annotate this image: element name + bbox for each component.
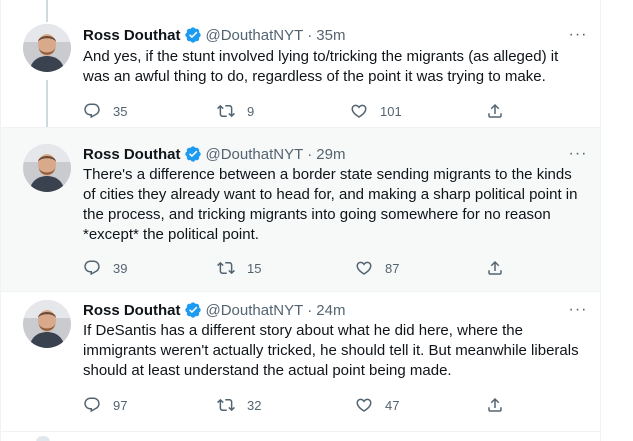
retweet-count: 15 bbox=[247, 260, 262, 276]
like-button[interactable]: 87 bbox=[355, 258, 399, 278]
timeline-right-border bbox=[600, 0, 601, 441]
like-count: 47 bbox=[385, 397, 400, 413]
author-name[interactable]: Ross Douthat bbox=[83, 146, 181, 163]
like-count: 87 bbox=[385, 260, 400, 276]
tweet-text: There's a difference between a border st… bbox=[83, 166, 578, 243]
retweet-icon bbox=[217, 261, 235, 275]
retweet-button[interactable]: 15 bbox=[217, 258, 261, 278]
tweet-timestamp[interactable]: 24m bbox=[316, 302, 345, 319]
tweet-actions: 35 9 101 bbox=[83, 101, 523, 121]
reply-count: 97 bbox=[113, 397, 128, 413]
author-handle[interactable]: @DouthatNYT bbox=[206, 302, 304, 319]
like-icon bbox=[351, 104, 367, 118]
tweet-text: And yes, if the stunt involved lying to/… bbox=[83, 48, 559, 85]
retweet-icon bbox=[217, 398, 235, 412]
tweet-timestamp[interactable]: 35m bbox=[316, 27, 345, 44]
reply-button[interactable]: 97 bbox=[83, 395, 127, 415]
verified-badge-icon bbox=[184, 27, 201, 43]
avatar[interactable] bbox=[23, 300, 71, 348]
reply-count: 35 bbox=[113, 103, 128, 119]
share-button[interactable] bbox=[486, 258, 516, 278]
tweet-timestamp[interactable]: 29m bbox=[316, 146, 345, 163]
like-button[interactable]: 101 bbox=[350, 101, 402, 121]
tweet[interactable]: Ross Douthat @DouthatNYT · 35m ··· And y… bbox=[1, 0, 600, 128]
reply-icon bbox=[84, 103, 100, 119]
reply-icon bbox=[84, 397, 100, 413]
share-icon bbox=[488, 103, 502, 118]
tweet-header: Ross Douthat @DouthatNYT · 24m bbox=[83, 300, 345, 320]
retweet-count: 32 bbox=[247, 397, 262, 413]
next-tweet-avatar-partial bbox=[36, 436, 50, 441]
author-handle[interactable]: @DouthatNYT bbox=[206, 146, 304, 163]
tweet[interactable]: Ross Douthat @DouthatNYT · 29m ··· There… bbox=[1, 128, 600, 292]
separator-dot: · bbox=[307, 145, 313, 163]
like-icon bbox=[356, 261, 372, 275]
retweet-button[interactable]: 32 bbox=[217, 395, 261, 415]
more-options-icon[interactable]: ··· bbox=[568, 27, 588, 49]
tweet-header: Ross Douthat @DouthatNYT · 29m bbox=[83, 144, 345, 164]
separator-dot: · bbox=[307, 26, 313, 44]
retweet-button[interactable]: 9 bbox=[217, 101, 254, 121]
author-name[interactable]: Ross Douthat bbox=[83, 302, 181, 319]
verified-badge-icon bbox=[184, 146, 201, 162]
separator-dot: · bbox=[307, 301, 313, 319]
tweet[interactable]: Ross Douthat @DouthatNYT · 24m ··· If De… bbox=[1, 292, 600, 432]
reply-button[interactable]: 35 bbox=[83, 101, 127, 121]
tweet-actions: 39 15 87 bbox=[83, 258, 523, 278]
tweet-text: If DeSantis has a different story about … bbox=[83, 322, 579, 379]
retweet-icon bbox=[217, 104, 235, 118]
verified-badge-icon bbox=[184, 302, 201, 318]
reply-count: 39 bbox=[113, 260, 128, 276]
share-button[interactable] bbox=[486, 395, 516, 415]
share-icon bbox=[488, 260, 502, 275]
reply-icon bbox=[84, 260, 100, 276]
reply-button[interactable]: 39 bbox=[83, 258, 127, 278]
like-button[interactable]: 47 bbox=[355, 395, 399, 415]
avatar[interactable] bbox=[23, 144, 71, 192]
author-name[interactable]: Ross Douthat bbox=[83, 27, 181, 44]
like-icon bbox=[356, 398, 372, 412]
tweet-actions: 97 32 47 bbox=[83, 395, 523, 415]
avatar[interactable] bbox=[23, 24, 71, 72]
like-count: 101 bbox=[380, 103, 402, 119]
share-icon bbox=[488, 397, 502, 412]
share-button[interactable] bbox=[486, 101, 516, 121]
author-handle[interactable]: @DouthatNYT bbox=[206, 27, 304, 44]
retweet-count: 9 bbox=[247, 103, 255, 119]
tweet-header: Ross Douthat @DouthatNYT · 35m bbox=[83, 25, 345, 45]
